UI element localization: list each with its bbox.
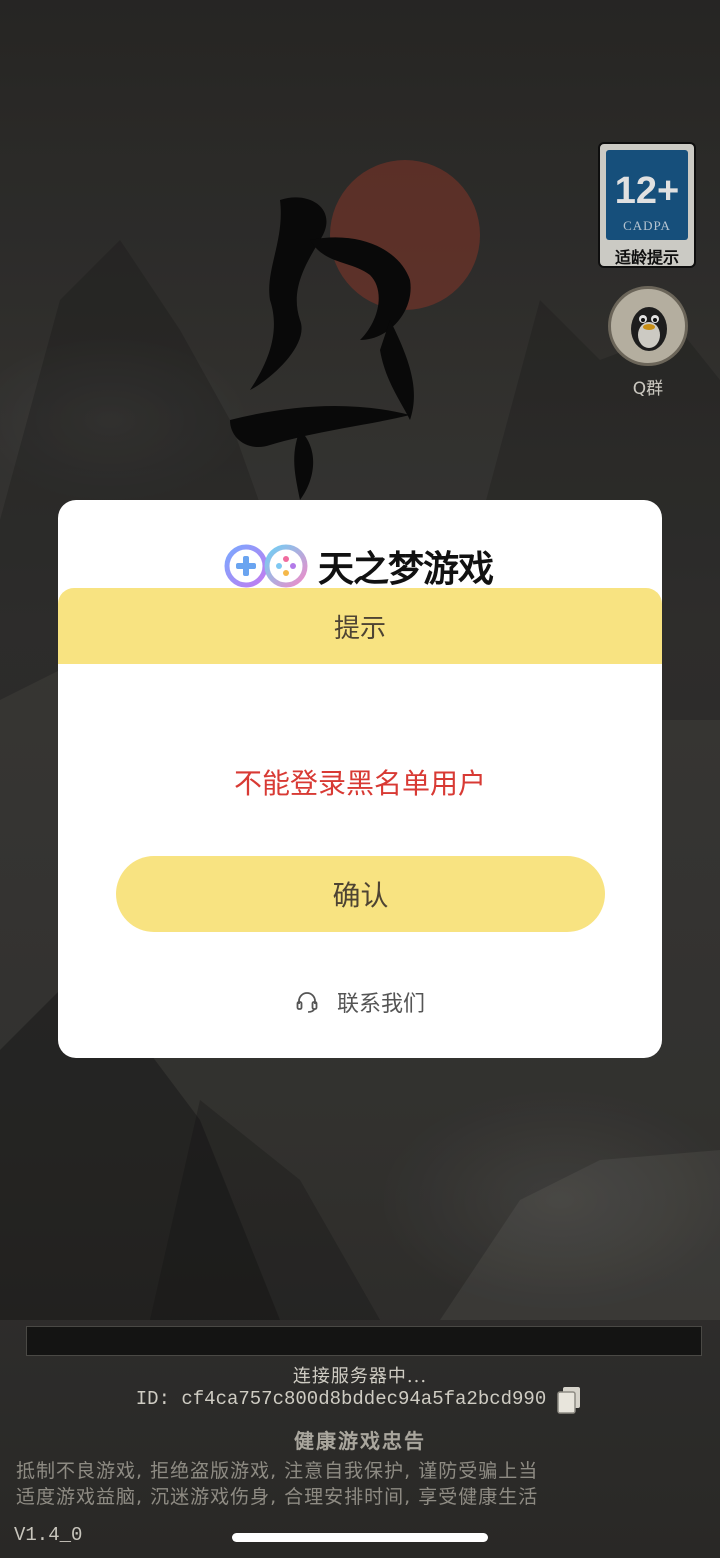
contact-us-label: 联系我们 [336, 992, 425, 1017]
copy-icon[interactable] [554, 1384, 584, 1414]
gamepad-logo-icon [224, 544, 308, 588]
headset-icon [296, 992, 318, 1013]
dialog-header: 提示 [58, 588, 662, 664]
device-id-row: ID: cf4ca757c800d8bddec94a5fa2bcd990 [0, 1384, 720, 1414]
brand-logo: 天之梦游戏 [224, 544, 494, 590]
app-version: V1.4_0 [14, 1524, 83, 1546]
dialog-title: 提示 [333, 613, 386, 644]
device-id-text: ID: cf4ca757c800d8bddec94a5fa2bcd990 [135, 1388, 547, 1410]
confirm-button[interactable]: 确认 [116, 856, 605, 932]
alert-dialog: 天之梦游戏 提示 不能登录黑名单用户 确认 联系我们 [58, 500, 662, 1058]
health-notice-line: 抵制不良游戏, 拒绝盗版游戏, 注意自我保护, 谨防受骗上当 [16, 1460, 539, 1482]
loading-progress-bar [26, 1326, 702, 1356]
home-indicator[interactable] [232, 1533, 488, 1542]
health-notice-title: 健康游戏忠告 [294, 1429, 426, 1453]
brand-name: 天之梦游戏 [318, 549, 494, 590]
error-message: 不能登录黑名单用户 [233, 767, 486, 800]
contact-us-link[interactable]: 联系我们 [58, 986, 662, 1018]
health-notice-line: 适度游戏益脑, 沉迷游戏伤身, 合理安排时间, 享受健康生活 [16, 1486, 539, 1508]
